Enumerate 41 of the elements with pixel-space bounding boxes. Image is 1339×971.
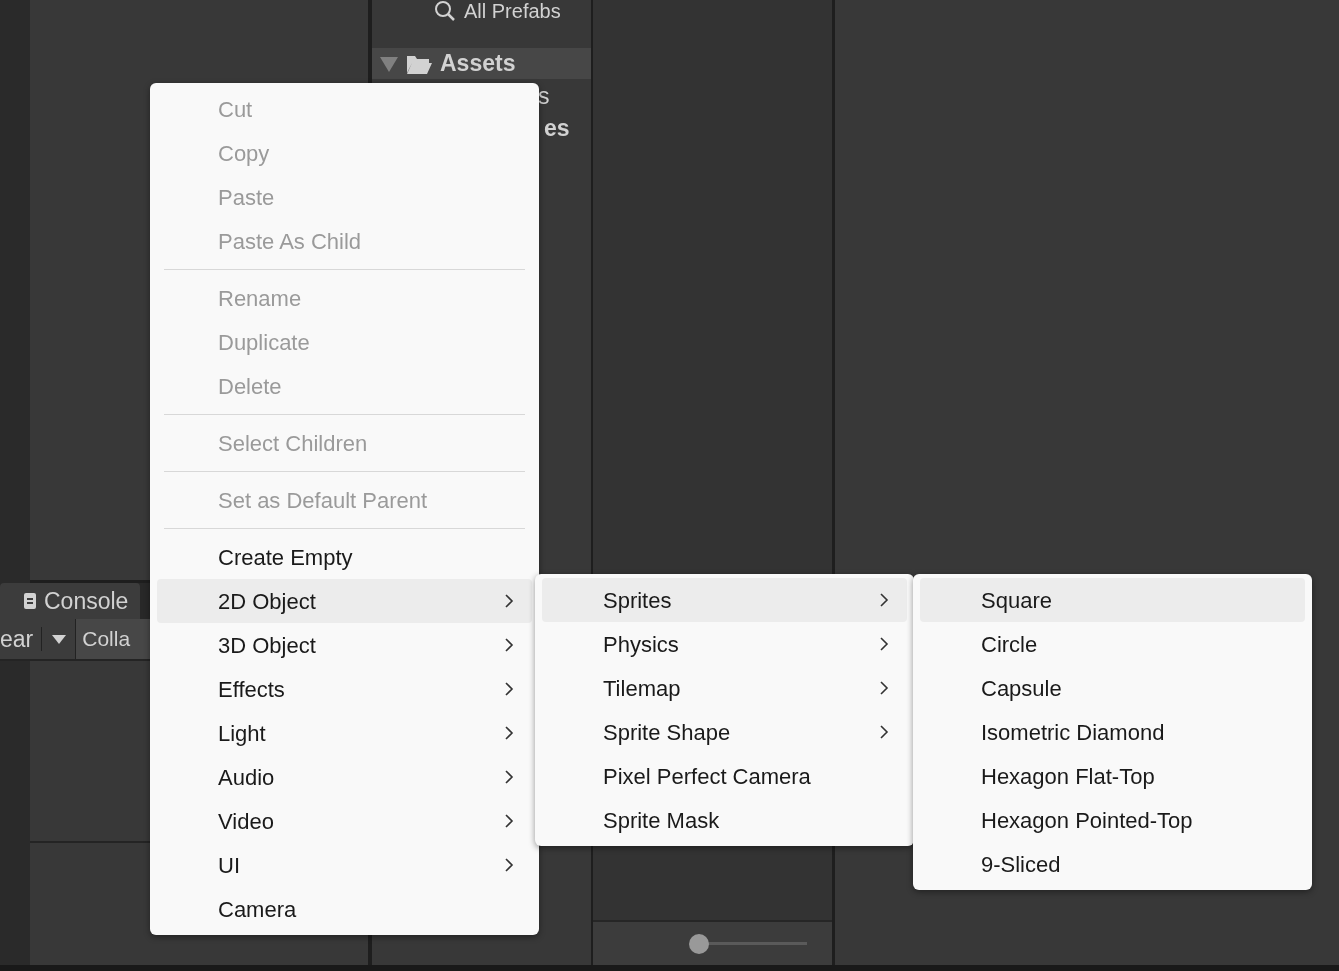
menu-item[interactable]: Video <box>157 799 532 843</box>
search-icon <box>434 0 456 22</box>
chevron-right-icon <box>504 725 514 741</box>
menu-item[interactable]: Tilemap <box>542 666 907 710</box>
zoom-slider[interactable] <box>689 933 807 954</box>
menu-item[interactable]: Capsule <box>920 666 1305 710</box>
menu-item[interactable]: Light <box>157 711 532 755</box>
menu-item[interactable]: Circle <box>920 622 1305 666</box>
chevron-right-icon <box>879 680 889 696</box>
menu-item[interactable]: UI <box>157 843 532 887</box>
menu-item[interactable]: Sprite Shape <box>542 710 907 754</box>
menu-item[interactable]: Physics <box>542 622 907 666</box>
clear-button[interactable]: ear <box>0 619 42 659</box>
menu-item[interactable]: 9-Sliced <box>920 842 1305 886</box>
menu-item[interactable]: Camera <box>157 887 532 931</box>
menu-item[interactable]: Sprites <box>542 578 907 622</box>
chevron-right-icon <box>504 593 514 609</box>
menu-item[interactable]: Hexagon Flat-Top <box>920 754 1305 798</box>
search-item[interactable]: All Prefabs <box>434 0 561 22</box>
slider-thumb[interactable] <box>689 933 709 954</box>
folder-row[interactable]: Assets <box>372 48 591 79</box>
menu-item[interactable]: 2D Object <box>157 579 532 623</box>
chevron-right-icon <box>504 637 514 653</box>
menu-item[interactable]: Isometric Diamond <box>920 710 1305 754</box>
console-tab[interactable]: Console <box>0 583 140 619</box>
menu-item[interactable]: Pixel Perfect Camera <box>542 754 907 798</box>
menu-item[interactable]: Hexagon Pointed-Top <box>920 798 1305 842</box>
menu-item[interactable]: Sprite Mask <box>542 798 907 842</box>
chevron-right-icon <box>504 681 514 697</box>
chevron-right-icon <box>504 769 514 785</box>
console-icon <box>24 592 36 610</box>
chevron-right-icon <box>504 857 514 873</box>
menu-item[interactable]: Effects <box>157 667 532 711</box>
chevron-right-icon <box>879 724 889 740</box>
menu-item[interactable]: Create Empty <box>157 535 532 579</box>
chevron-right-icon <box>879 592 889 608</box>
chevron-right-icon <box>504 813 514 829</box>
menu-item[interactable]: Square <box>920 578 1305 622</box>
chevron-right-icon <box>879 636 889 652</box>
caret-down-icon <box>51 634 66 644</box>
menu-item[interactable]: Audio <box>157 755 532 799</box>
